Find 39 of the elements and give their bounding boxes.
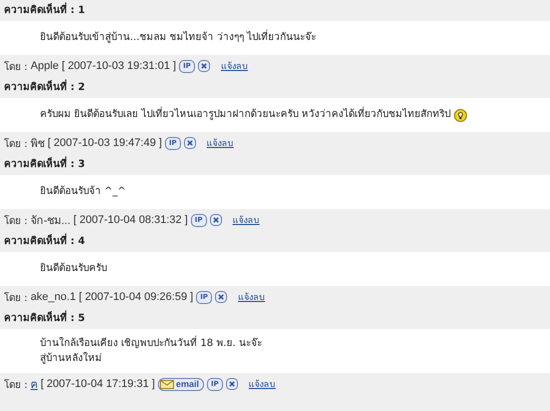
comment-heading: ความคิดเห็นที่ : 5 — [0, 309, 550, 329]
lightbulb-icon — [454, 108, 467, 122]
report-link[interactable]: แจ้งลบ — [248, 377, 276, 391]
author-name: Apple — [30, 60, 59, 72]
delete-icon[interactable] — [184, 137, 196, 149]
comment-heading: ความคิดเห็นที่ : 1 — [0, 1, 550, 21]
comment-text: ยินดีต้อนรับจ้า ^_^ — [40, 185, 126, 199]
email-button[interactable]: email — [158, 378, 204, 390]
delete-icon[interactable] — [198, 60, 210, 72]
envelope-icon — [160, 380, 174, 388]
by-label: โดย : — [4, 214, 28, 228]
comment-heading: ความคิดเห็นที่ : 2 — [0, 78, 550, 98]
by-label: โดย : — [4, 378, 28, 392]
timestamp: [ 2007-10-03 19:31:01 ] — [62, 60, 176, 72]
timestamp: [ 2007-10-04 17:19:31 ] — [40, 378, 155, 390]
timestamp: [ 2007-10-04 08:31:32 ] — [73, 214, 188, 226]
delete-icon[interactable] — [214, 291, 227, 303]
report-link[interactable]: แจ้งลบ — [220, 59, 248, 73]
by-label: โดย : — [4, 291, 28, 304]
comment-heading: ความคิดเห็นที่ : 3 — [0, 155, 550, 175]
author-name: จัก-ชม... — [30, 214, 70, 229]
report-link[interactable]: แจ้งลบ — [238, 290, 265, 304]
comment-text: ครับผม ยินดีต้อนรับเลย ไปเที่ยวไหนเอารูปมาฝากด้วยนะครับ หวังว่าคงได้เที่ยวกับชมไทยสักทริป — [40, 108, 451, 122]
comment-text: ยินดีต้อนรับครับ — [40, 262, 107, 276]
comment-heading: ความคิดเห็นที่ : 4 — [0, 232, 550, 252]
delete-icon[interactable] — [226, 378, 238, 390]
report-link[interactable]: แจ้งลบ — [206, 136, 234, 150]
timestamp: [ 2007-10-03 19:47:49 ] — [48, 137, 162, 149]
comment-text: สู่บ้านหลังใหม่ — [40, 352, 102, 366]
author-link[interactable]: ฅ — [30, 375, 38, 393]
by-label: โดย : — [4, 137, 28, 150]
delete-icon[interactable] — [210, 214, 222, 226]
timestamp: [ 2007-10-04 09:26:59 ] — [78, 291, 194, 303]
author-name: ake_no.1 — [30, 291, 76, 303]
comment-text: ยินดีต้อนรับเข้าสู่บ้าน...ชมลม ชมไทยจ้า ว่างๆๆ ไปเที่ยวกันนะจ๊ะ — [40, 31, 316, 45]
report-link[interactable]: แจ้งลบ — [232, 213, 260, 227]
by-label: โดย : — [4, 60, 28, 74]
comment-text: บ้านใกล้เรือนเคียง เชิญพบปะกันวันที่ 18 พ.ย. นะจ๊ะ — [40, 336, 262, 350]
author-name: พิช — [30, 137, 45, 152]
